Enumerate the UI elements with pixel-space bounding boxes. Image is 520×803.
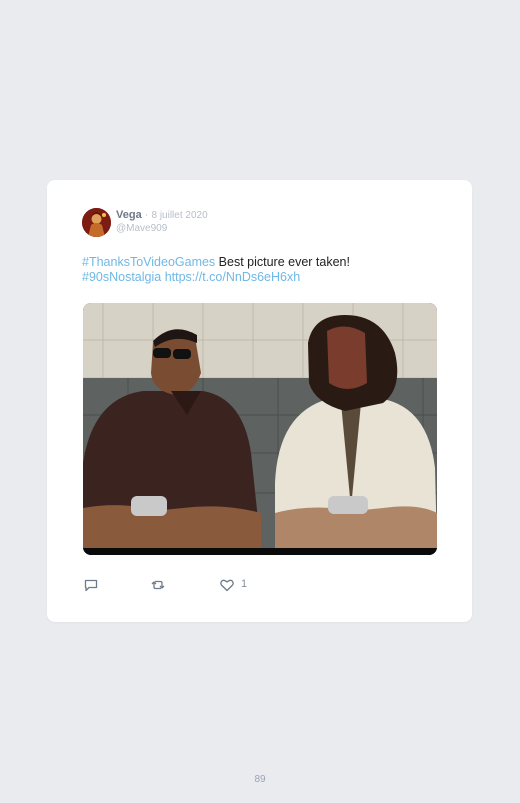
retweet-icon[interactable] [150,577,166,593]
tweet-date[interactable]: 8 juillet 2020 [151,210,207,221]
heart-icon[interactable] [219,577,235,593]
separator: · [144,209,149,221]
avatar[interactable] [82,208,111,237]
like-count: 1 [241,578,248,590]
tweet-body: Best picture ever taken! [215,255,350,269]
hashtag-thankstovideogames[interactable]: #ThanksToVideoGames [82,255,215,269]
avatar-image [82,208,111,237]
author-line: Vega · 8 juillet 2020 [116,209,208,221]
reply-icon[interactable] [83,577,99,593]
tweet-card: Vega · 8 juillet 2020 @Mave909 #ThanksTo… [47,180,472,622]
tweet-actions: 1 [83,577,283,593]
author-handle[interactable]: @Mave909 [116,223,167,234]
tweet-photo[interactable] [83,303,437,555]
tweet-link[interactable]: https://t.co/NnDs6eH6xh [165,270,300,284]
hashtag-90snostalgia[interactable]: #90sNostalgia [82,270,161,284]
tweet-text: #ThanksToVideoGames Best picture ever ta… [82,255,442,285]
page-number: 89 [254,774,266,785]
photo-image [83,303,437,555]
author-name[interactable]: Vega [116,209,142,221]
